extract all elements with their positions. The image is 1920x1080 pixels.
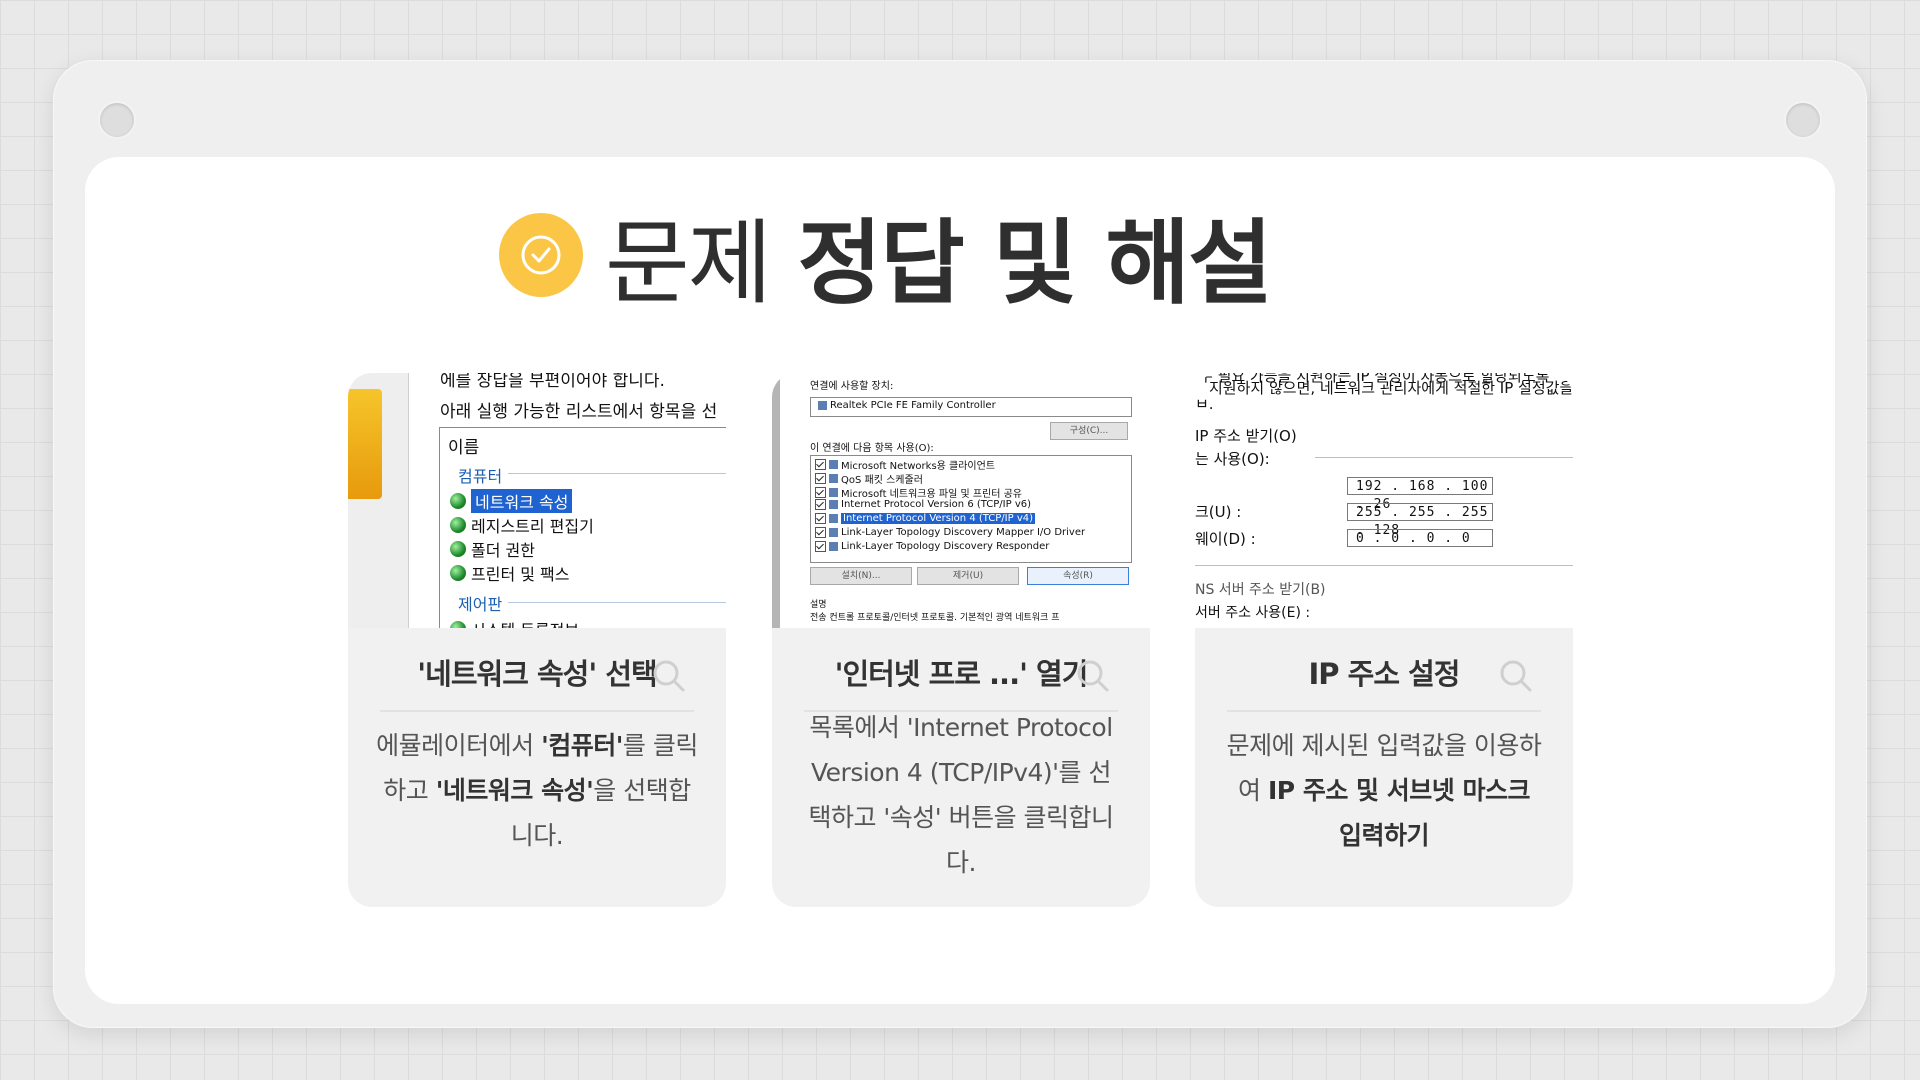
folder-logo-icon <box>348 389 382 499</box>
list-item[interactable]: Link-Layer Topology Discovery Mapper I/O… <box>815 527 1085 538</box>
card-description: 목록에서 'Internet Protocol Version 4 (TCP/I… <box>808 713 1114 877</box>
list-item[interactable]: Microsoft Networks용 클라이언트 <box>815 457 995 472</box>
desc-text: 전송 컨트롤 프로토콜/인터넷 프로토콜. 기본적인 광역 네트워크 프 <box>810 613 1060 623</box>
divider <box>508 473 726 474</box>
card-divider <box>1227 710 1541 712</box>
system-icon <box>450 621 466 628</box>
list-item[interactable]: 프린터 및 팩스 <box>450 561 570 585</box>
client-icon <box>829 460 838 469</box>
checkbox[interactable] <box>815 459 826 470</box>
list-item[interactable]: Microsoft 네트워크용 파일 및 프린터 공유 <box>815 485 1022 500</box>
network-icon <box>450 493 466 509</box>
list-item[interactable]: 시스템 등록정보 <box>450 617 579 628</box>
protocol-icon <box>829 514 838 523</box>
dns-auto-option[interactable]: NS 서버 주소 받기(B) <box>1195 579 1326 599</box>
list-item[interactable]: QoS 패킷 스케줄러 <box>815 471 923 486</box>
list-item[interactable]: Link-Layer Topology Discovery Responder <box>815 541 1049 552</box>
screenshot-network-properties: 연결에 사용할 장치: Realtek PCIe FE Family Contr… <box>772 373 1150 628</box>
checkbox[interactable] <box>815 541 826 552</box>
configure-button[interactable]: 구성(C)... <box>1050 422 1128 440</box>
gateway-field[interactable]: 0 . 0 . 0 . 0 <box>1347 529 1493 547</box>
remove-button[interactable]: 제거(U) <box>917 567 1019 585</box>
screenshot-computer-menu: 에를 장답을 부편이어야 합니다. 아래 실행 가능한 리스트에서 항목을 선 … <box>348 373 726 628</box>
device-name: Realtek PCIe FE Family Controller <box>818 400 996 411</box>
install-button[interactable]: 설치(N)... <box>810 567 912 585</box>
network-adapter-icon <box>818 401 827 410</box>
screenshot-ip-settings: 우 필요 가능을 지원하는 IP 설정이 자동으로 할당되도록 지원하지 않으면… <box>1195 373 1573 628</box>
screenshot-line: ㅂ. <box>1195 395 1214 413</box>
step-card-2: 연결에 사용할 장치: Realtek PCIe FE Family Contr… <box>772 373 1150 907</box>
page-title: 문제 정답 및 해설 <box>499 200 1273 317</box>
device-label: 연결에 사용할 장치: <box>810 381 894 392</box>
screenshot-group-computer: 컴퓨터 <box>458 467 503 486</box>
properties-button[interactable]: 속성(R) <box>1027 567 1129 585</box>
list-item[interactable]: Internet Protocol Version 4 (TCP/IP v4) <box>815 513 1035 524</box>
step-card-3: 우 필요 가능을 지원하는 IP 설정이 자동으로 할당되도록 지원하지 않으면… <box>1195 373 1573 907</box>
window-border <box>772 373 780 628</box>
check-circle-icon <box>499 213 583 297</box>
desc-label: 설명 <box>810 600 827 610</box>
items-list: Microsoft Networks용 클라이언트 QoS 패킷 스케줄러 Mi… <box>810 455 1132 563</box>
divider <box>1315 457 1573 458</box>
screenshot-column-header: 이름 <box>448 438 480 458</box>
items-label: 이 연결에 다음 항목 사용(O): <box>810 443 934 454</box>
gateway-label: 웨이(D) : <box>1195 530 1256 548</box>
card-description: 문제에 제시된 입력값을 이용하여 IP 주소 및 서브넷 마스크 입력하기 <box>1226 731 1542 850</box>
screenshot-line: 에를 장답을 부편이어야 합니다. <box>440 373 665 391</box>
checkbox[interactable] <box>815 513 826 524</box>
list-item[interactable]: Internet Protocol Version 6 (TCP/IP v6) <box>815 499 1031 510</box>
list-item[interactable]: 폴더 권한 <box>450 537 535 561</box>
screenshot-line: 지원하지 않으면, 네트워크 관리자에게 적절한 IP 설정값을 <box>1209 379 1573 397</box>
search-icon[interactable] <box>1076 659 1110 693</box>
card-description: 에뮬레이터에서 '컴퓨터'를 클릭하고 '네트워크 속성'을 선택합니다. <box>376 731 698 850</box>
checkbox[interactable] <box>815 487 826 498</box>
folder-icon <box>450 541 466 557</box>
subnet-mask-field[interactable]: 255 . 255 . 255 . 128 <box>1347 503 1493 538</box>
printer-icon <box>450 565 466 581</box>
list-item[interactable]: 네트워크 속성 <box>450 489 573 513</box>
checkbox[interactable] <box>815 473 826 484</box>
title-text: 문제 정답 및 해설 <box>605 189 1273 322</box>
ip-address-field[interactable]: 192 . 168 . 100 . 26 <box>1347 477 1493 512</box>
protocol-icon <box>829 500 838 509</box>
checkbox[interactable] <box>815 527 826 538</box>
share-icon <box>829 488 838 497</box>
protocol-icon <box>829 542 838 551</box>
subnet-label: 크(U) : <box>1195 503 1242 521</box>
screenshot-sidebar <box>348 373 409 628</box>
screenshot-group-control-panel: 제어판 <box>458 595 503 614</box>
protocol-icon <box>829 528 838 537</box>
list-item[interactable]: 레지스트리 편집기 <box>450 513 594 537</box>
search-icon[interactable] <box>1499 659 1533 693</box>
pin-right <box>1786 103 1820 137</box>
title-part2: 정답 및 해설 <box>797 209 1273 317</box>
step-card-1: 에를 장답을 부편이어야 합니다. 아래 실행 가능한 리스트에서 항목을 선 … <box>348 373 726 907</box>
search-icon[interactable] <box>652 659 686 693</box>
screenshot-line: 아래 실행 가능한 리스트에서 항목을 선 <box>440 402 718 422</box>
card-divider <box>380 710 694 712</box>
registry-icon <box>450 517 466 533</box>
checkbox[interactable] <box>815 499 826 510</box>
manual-ip-option[interactable]: 는 사용(O): <box>1195 448 1270 469</box>
qos-icon <box>829 474 838 483</box>
title-part1: 문제 <box>605 209 772 317</box>
auto-ip-option[interactable]: IP 주소 받기(O) <box>1195 425 1297 446</box>
dns-manual-option[interactable]: 서버 주소 사용(E) : <box>1195 602 1310 622</box>
divider <box>508 602 726 603</box>
pin-left <box>100 103 134 137</box>
divider <box>1195 565 1573 566</box>
